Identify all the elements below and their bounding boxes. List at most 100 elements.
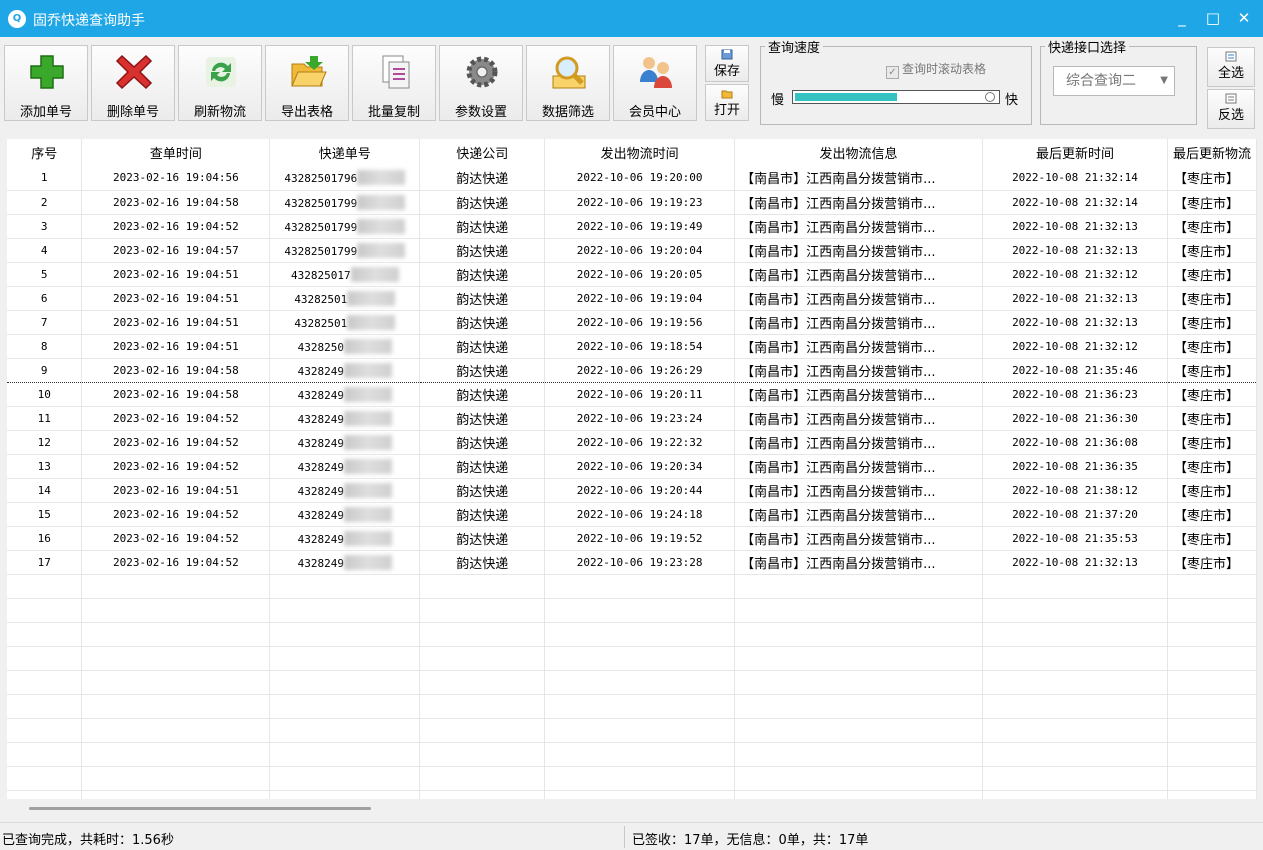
- table-row[interactable]: 4 2023-02-16 19:04:57 43282501799 韵达快递 2022-…: [7, 238, 1257, 263]
- data-filter-button[interactable]: 数据筛选: [526, 45, 610, 121]
- cell-query-time-text: 2023-02-16 19:04:51: [112, 483, 239, 497]
- delete-tracking-label: 删除单号: [106, 105, 159, 120]
- redacted-mosaic: [343, 410, 392, 426]
- export-table-button[interactable]: 导出表格: [265, 45, 349, 121]
- plus-icon: [30, 55, 64, 89]
- empty-cell: [1167, 670, 1257, 695]
- table-row[interactable]: 13 2023-02-16 19:04:52 4328249 韵达快递 2022-10-…: [7, 454, 1257, 479]
- cell-update-info: 【枣庄市】: [1167, 286, 1257, 311]
- cell-no-text: 10: [37, 387, 51, 401]
- table-row[interactable]: 2 2023-02-16 19:04:58 43282501799 韵达快递 2022-…: [7, 190, 1257, 215]
- cell-no-text: 6: [40, 291, 48, 305]
- cell-tracking: 4328249: [269, 430, 421, 455]
- cell-update-info: 【枣庄市】: [1167, 478, 1257, 503]
- add-tracking-button[interactable]: 添加单号: [4, 45, 88, 121]
- cell-tracking-text: 4328250: [297, 340, 344, 354]
- save-button[interactable]: 保存: [705, 45, 749, 82]
- table-row[interactable]: 1 2023-02-16 19:04:56 43282501796 韵达快递 2022-…: [7, 166, 1257, 191]
- refresh-logistics-button[interactable]: 刷新物流: [178, 45, 262, 121]
- cell-no-text: 8: [40, 339, 48, 353]
- title-bar[interactable]: Q 固乔快递查询助手 _ □ ✕: [0, 0, 1263, 37]
- cell-send-time-text: 2022-10-06 19:19:49: [576, 219, 703, 233]
- cell-update-time-text: 2022-10-08 21:38:12: [1012, 483, 1138, 497]
- cell-no: 10: [7, 382, 83, 407]
- cell-update-time-text: 2022-10-08 21:32:14: [1012, 195, 1138, 209]
- column-header-send-info[interactable]: 发出物流信息: [734, 139, 984, 166]
- column-header-tracking[interactable]: 快递单号: [269, 139, 421, 166]
- column-header-send-time[interactable]: 发出物流时间: [544, 139, 736, 166]
- cell-no-text: 9: [40, 363, 48, 377]
- cell-company-text: 韵达快递: [456, 556, 509, 572]
- redacted-mosaic: [357, 194, 406, 210]
- empty-cell: [81, 646, 271, 671]
- table-row[interactable]: 7 2023-02-16 19:04:51 43282501 韵达快递 2022-10-…: [7, 310, 1257, 335]
- cell-company: 韵达快递: [419, 238, 546, 263]
- cell-company-text: 韵达快递: [456, 364, 509, 380]
- empty-cell: [7, 742, 83, 767]
- column-header-company[interactable]: 快递公司: [419, 139, 546, 166]
- table-row[interactable]: 10 2023-02-16 19:04:58 4328249 韵达快递 2022-10-…: [7, 382, 1257, 407]
- cell-no-text: 12: [37, 435, 51, 449]
- folder-export-icon: [291, 56, 327, 87]
- cell-send-info: 【南昌市】江西南昌分拨营销市...: [734, 214, 984, 239]
- table-row[interactable]: 16 2023-02-16 19:04:52 4328249 韵达快递 2022-10-…: [7, 526, 1257, 551]
- cell-update-time: 2022-10-08 21:32:13: [982, 310, 1168, 335]
- horizontal-scrollbar-thumb[interactable]: [29, 807, 371, 810]
- close-button[interactable]: ✕: [1229, 6, 1259, 30]
- empty-row: [7, 766, 1257, 791]
- cell-no: 1: [7, 166, 83, 191]
- minimize-button[interactable]: _: [1167, 6, 1197, 30]
- table-row[interactable]: 14 2023-02-16 19:04:51 4328249 韵达快递 2022-10-…: [7, 478, 1257, 503]
- table-row[interactable]: 17 2023-02-16 19:04:52 4328249 韵达快递 2022-10-…: [7, 550, 1257, 575]
- empty-row: [7, 718, 1257, 743]
- column-header-update-info[interactable]: 最后更新物流: [1167, 139, 1257, 166]
- speed-slider-thumb[interactable]: [985, 92, 995, 102]
- redacted-mosaic: [343, 458, 392, 474]
- table-row[interactable]: 11 2023-02-16 19:04:52 4328249 韵达快递 2022-10-…: [7, 406, 1257, 431]
- cell-send-info: 【南昌市】江西南昌分拨营销市...: [734, 238, 984, 263]
- status-query-result: 已查询完成，共耗时：1.56秒: [2, 833, 174, 848]
- table-row[interactable]: 12 2023-02-16 19:04:52 4328249 韵达快递 2022-10-…: [7, 430, 1257, 455]
- speed-slider[interactable]: [792, 90, 1000, 104]
- cell-query-time-text: 2023-02-16 19:04:52: [112, 411, 239, 425]
- cell-send-time: 2022-10-06 19:26:29: [544, 357, 736, 383]
- cell-query-time-text: 2023-02-16 19:04:51: [112, 339, 239, 353]
- horizontal-scrollbar[interactable]: [7, 799, 1257, 819]
- table-row[interactable]: 3 2023-02-16 19:04:52 43282501799 韵达快递 2022-…: [7, 214, 1257, 239]
- cell-send-time-text: 2022-10-06 19:20:44: [576, 483, 703, 497]
- empty-cell: [734, 718, 984, 743]
- settings-button[interactable]: 参数设置: [439, 45, 523, 121]
- select-all-button[interactable]: 全选: [1207, 47, 1255, 87]
- member-center-button[interactable]: 会员中心: [613, 45, 697, 121]
- tracking-table[interactable]: 序号 查单时间 快递单号 快递公司 发出物流时间 发出物流信息 最后更新时间 最后更新物流 1…: [7, 139, 1257, 799]
- scroll-table-checkbox[interactable]: ✓ 查询时滚动表格: [886, 60, 986, 79]
- batch-copy-button[interactable]: 批量复制: [352, 45, 436, 121]
- column-header-no[interactable]: 序号: [7, 139, 83, 166]
- delete-tracking-button[interactable]: 删除单号: [91, 45, 175, 121]
- column-header-query-time[interactable]: 查单时间: [81, 139, 271, 166]
- open-button[interactable]: 打开: [705, 84, 749, 121]
- cell-send-time: 2022-10-06 19:18:54: [544, 334, 736, 359]
- api-select-dropdown[interactable]: 综合查询二 ▼: [1053, 66, 1175, 96]
- table-row[interactable]: 5 2023-02-16 19:04:51 432825017 韵达快递 2022-10…: [7, 262, 1257, 287]
- add-tracking-label: 添加单号: [19, 105, 72, 120]
- cell-query-time: 2023-02-16 19:04:58: [81, 190, 271, 215]
- cell-tracking-text: 43282501799: [284, 244, 358, 258]
- table-row[interactable]: 8 2023-02-16 19:04:51 4328250 韵达快递 2022-10-0…: [7, 334, 1257, 359]
- column-header-update-time[interactable]: 最后更新时间: [982, 139, 1168, 166]
- users-icon: [640, 57, 672, 88]
- table-row[interactable]: 15 2023-02-16 19:04:52 4328249 韵达快递 2022-10-…: [7, 502, 1257, 527]
- cell-no: 11: [7, 406, 83, 431]
- cell-company-text: 韵达快递: [456, 196, 509, 212]
- cell-tracking: 4328249: [269, 454, 421, 479]
- table-row[interactable]: 9 2023-02-16 19:04:58 4328249 韵达快递 2022-10-0…: [7, 357, 1257, 383]
- app-window: Q 固乔快递查询助手 _ □ ✕ 添加单号 删除单号 刷新物流 导出表格 批量复…: [0, 0, 1263, 850]
- empty-cell: [734, 694, 984, 719]
- cell-no-text: 7: [40, 315, 48, 329]
- cell-update-time-text: 2022-10-08 21:32:14: [1012, 171, 1138, 185]
- maximize-button[interactable]: □: [1198, 6, 1228, 30]
- cell-query-time: 2023-02-16 19:04:51: [81, 310, 271, 335]
- table-row[interactable]: 6 2023-02-16 19:04:51 43282501 韵达快递 2022-10-…: [7, 286, 1257, 311]
- cell-query-time: 2023-02-16 19:04:51: [81, 334, 271, 359]
- invert-selection-button[interactable]: 反选: [1207, 89, 1255, 129]
